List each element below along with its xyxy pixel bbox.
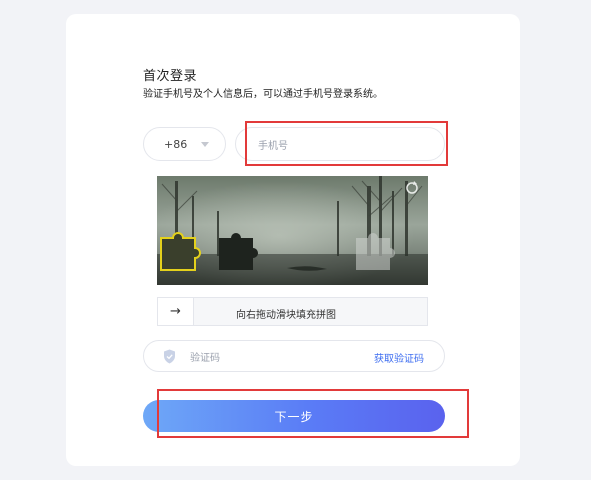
- shield-icon: [164, 349, 175, 364]
- page-subtitle: 验证手机号及个人信息后，可以通过手机号登录系统。: [143, 89, 383, 100]
- country-code-value: +86: [164, 138, 188, 151]
- phone-field[interactable]: [235, 127, 445, 161]
- country-code-select[interactable]: +86: [143, 127, 226, 161]
- chevron-down-icon: [201, 142, 209, 147]
- captcha-image: [157, 176, 428, 285]
- next-step-button[interactable]: 下一步: [143, 400, 445, 432]
- code-field[interactable]: 获取验证码: [143, 340, 445, 372]
- arrow-right-icon: →: [170, 304, 181, 319]
- slider-hint: 向右拖动滑块填充拼图: [236, 310, 336, 321]
- get-code-link[interactable]: 获取验证码: [374, 350, 424, 365]
- slider-track[interactable]: → 向右拖动滑块填充拼图: [157, 297, 428, 326]
- phone-input[interactable]: [256, 137, 430, 155]
- code-input[interactable]: [188, 349, 342, 367]
- slider-handle[interactable]: →: [158, 298, 194, 325]
- page-title: 首次登录: [143, 69, 198, 84]
